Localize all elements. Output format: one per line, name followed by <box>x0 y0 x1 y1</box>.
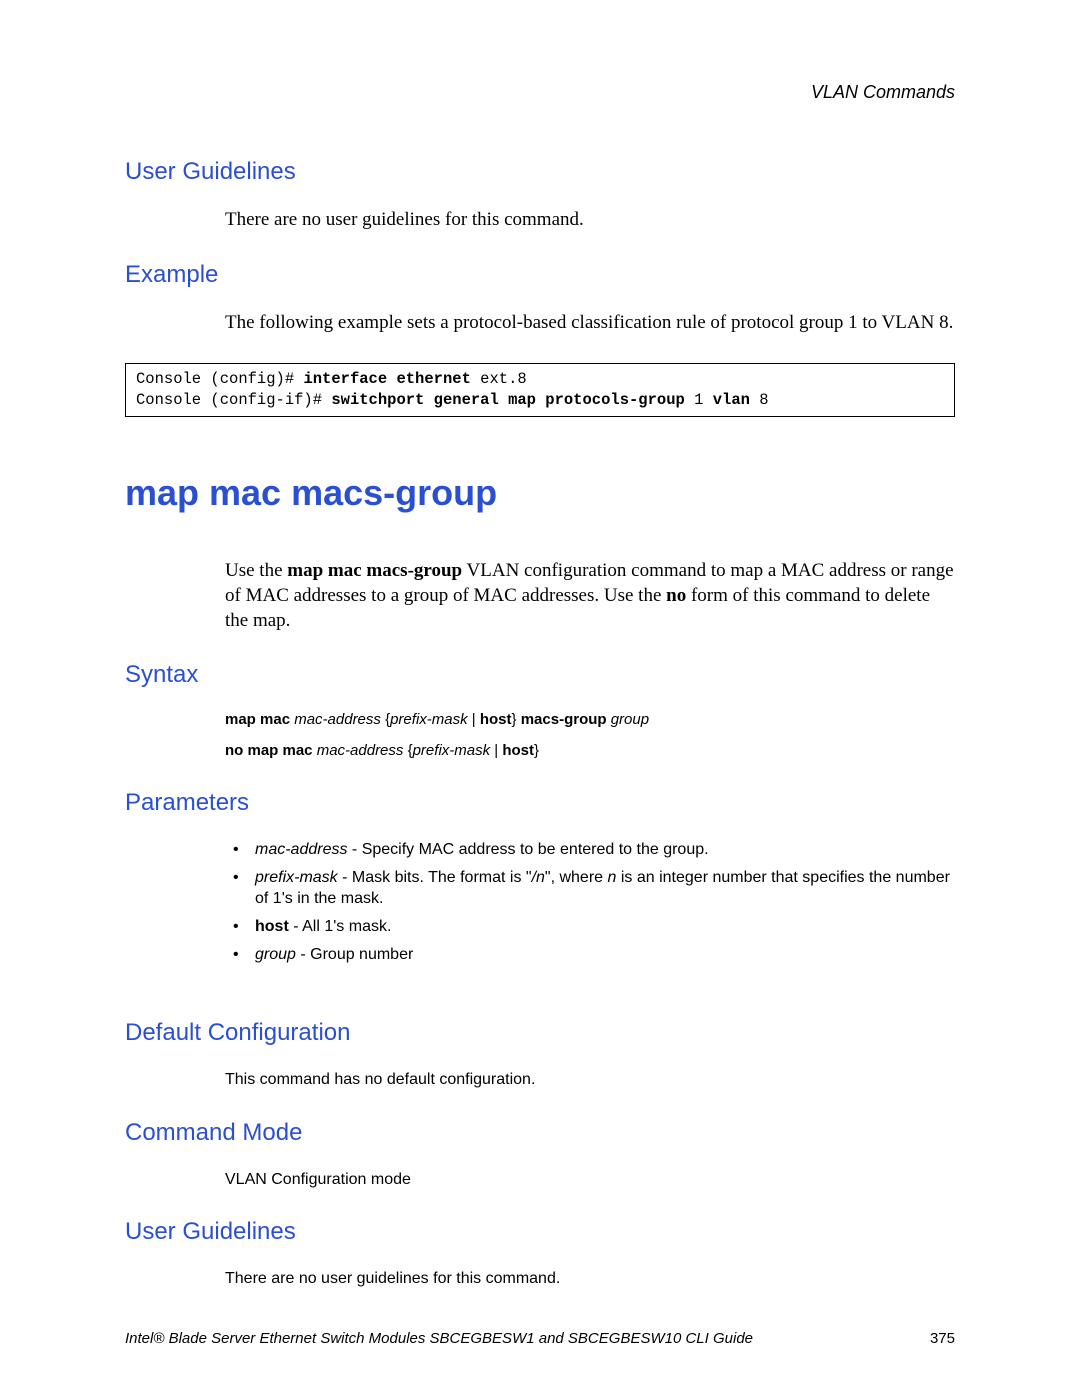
chapter-header: VLAN Commands <box>125 82 955 103</box>
parameter-item: host - All 1's mask. <box>225 916 955 938</box>
page-container: VLAN Commands User Guidelines There are … <box>0 0 1080 1397</box>
parameter-item: prefix-mask - Mask bits. The format is "… <box>225 867 955 910</box>
heading-syntax: Syntax <box>125 661 955 689</box>
syntax-line-1: map mac mac-address {prefix-mask | host}… <box>225 711 955 728</box>
heading-parameters: Parameters <box>125 789 955 817</box>
parameter-list: mac-address - Specify MAC address to be … <box>225 839 955 965</box>
default-config-body: This command has no default configuratio… <box>225 1069 955 1091</box>
heading-user-guidelines-2: User Guidelines <box>125 1218 955 1246</box>
user-guidelines-2-body: There are no user guidelines for this co… <box>225 1268 955 1290</box>
syntax-line-2: no map mac mac-address {prefix-mask | ho… <box>225 742 955 759</box>
code-line-2: Console (config-if)# switchport general … <box>136 391 769 409</box>
footer-title: Intel® Blade Server Ethernet Switch Modu… <box>125 1330 753 1347</box>
command-mode-body: VLAN Configuration mode <box>225 1169 955 1191</box>
heading-example: Example <box>125 261 955 289</box>
parameter-item: mac-address - Specify MAC address to be … <box>225 839 955 861</box>
page-number: 375 <box>930 1330 955 1347</box>
parameter-item: group - Group number <box>225 944 955 966</box>
code-line-1: Console (config)# interface ethernet ext… <box>136 370 527 388</box>
heading-command-mode: Command Mode <box>125 1119 955 1147</box>
page-footer: Intel® Blade Server Ethernet Switch Modu… <box>125 1330 955 1347</box>
heading-user-guidelines-1: User Guidelines <box>125 158 955 186</box>
user-guidelines-1-body: There are no user guidelines for this co… <box>225 208 955 233</box>
code-example: Console (config)# interface ethernet ext… <box>125 363 955 417</box>
heading-default-config: Default Configuration <box>125 1019 955 1047</box>
command-title: map mac macs-group <box>125 472 955 514</box>
example-body: The following example sets a protocol-ba… <box>225 311 955 336</box>
command-intro: Use the map mac macs-group VLAN configur… <box>225 559 955 633</box>
